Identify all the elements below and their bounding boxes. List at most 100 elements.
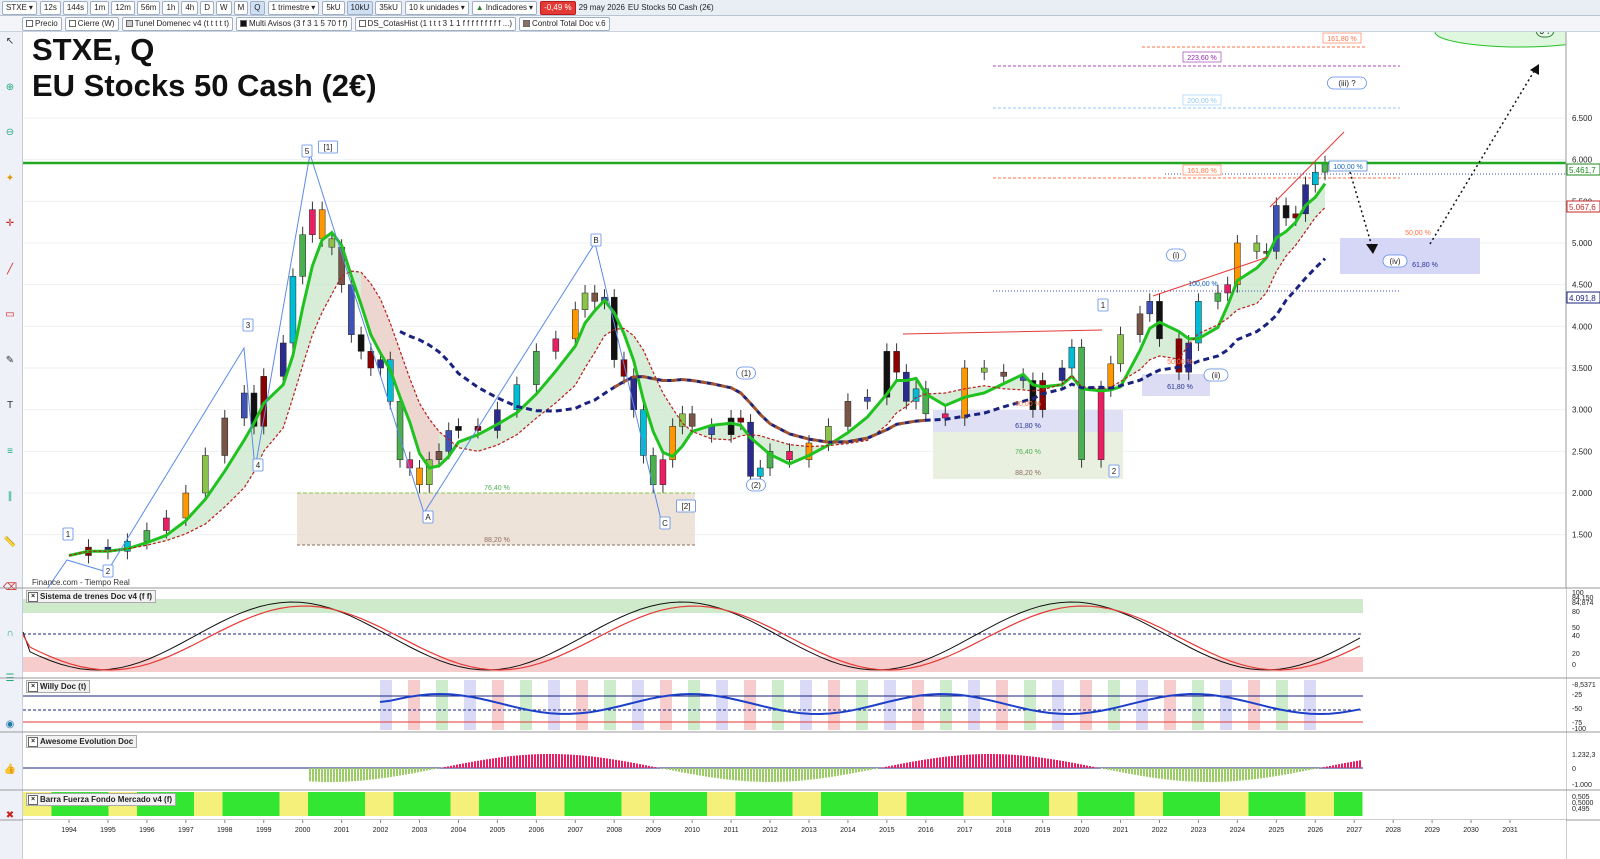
legend-item-close[interactable]: Cierre (W)	[64, 16, 119, 31]
candle-body	[903, 371, 910, 402]
timeframe-button[interactable]: 144s	[62, 0, 89, 15]
panel-label-willy[interactable]: × Willy Doc (t)	[26, 680, 91, 693]
panel-axis-label: -25	[1572, 692, 1582, 699]
candle-body	[299, 234, 306, 277]
price-marker-label: 4.091,8	[1569, 294, 1596, 303]
indicators-button[interactable]: ▲ Indicadores ▾	[471, 0, 538, 15]
zoom-button[interactable]: 35kU	[375, 0, 402, 15]
candle-body	[786, 451, 793, 460]
timeframe-button[interactable]: D	[200, 0, 215, 15]
candle-body	[1000, 371, 1007, 377]
barra-segment	[1163, 792, 1192, 816]
timeframe-button[interactable]: 1m	[90, 0, 110, 15]
close-icon[interactable]: ×	[28, 737, 38, 747]
candle-body	[591, 292, 599, 302]
units-selector[interactable]: 10 k unidades ▾	[404, 0, 469, 15]
fib-label: 61,80 %	[1167, 384, 1193, 391]
timeframe-button[interactable]: 4h	[181, 0, 199, 15]
zoom-button[interactable]: 5kU	[322, 0, 345, 15]
fib-label: 76,40 %	[484, 485, 510, 492]
barra-segment	[963, 792, 992, 816]
legend-item-control-total[interactable]: Control Total Doc v.6	[519, 16, 610, 31]
wave-label: 4	[256, 461, 261, 470]
candle-body	[357, 334, 365, 352]
close-icon[interactable]: ×	[28, 682, 38, 692]
panel-label-barra[interactable]: × Barra Fuerza Fondo Mercado v4 (f)	[26, 793, 177, 806]
candle-body	[942, 413, 949, 419]
legend-label: Multi Avisos (3 f 3 1 5 70 f f)	[248, 18, 348, 28]
wave-label: 5	[305, 147, 310, 156]
x-axis-year-label: 2010	[684, 827, 700, 834]
panel-axis-label: 84,874	[1572, 600, 1594, 607]
checkbox-icon	[68, 20, 76, 27]
fib-label: 161,80 %	[1187, 168, 1217, 175]
panel-name: Sistema de trenes Doc v4 (f f)	[40, 592, 153, 601]
close-icon[interactable]: ×	[28, 592, 38, 602]
fib-label: 61,80 %	[1015, 423, 1041, 430]
barra-segment	[1020, 792, 1049, 816]
timeframe-button[interactable]: 1h	[162, 0, 180, 15]
price-chart[interactable]: 3 ? 1 2 3 4 5 [1] A B C [2] (1) (2) 1 2 (i) (ii) (iii) ?…	[0, 32, 1600, 859]
barra-segment	[365, 792, 394, 816]
price-marker-label: 5.461,7	[1569, 166, 1596, 175]
barra-segment	[536, 792, 565, 816]
barra-segment	[935, 792, 964, 816]
x-axis-year-label: 2021	[1113, 827, 1129, 834]
wave-label: 1	[1101, 301, 1106, 310]
barra-segment	[621, 792, 650, 816]
period-selector[interactable]: 1 trimestre ▾	[267, 0, 320, 15]
timeframe-button[interactable]: M	[233, 0, 249, 15]
panel-label-awesome[interactable]: × Awesome Evolution Doc	[26, 735, 138, 748]
legend-item-price[interactable]: Precio	[22, 16, 62, 31]
symbol-label: STXE	[6, 2, 27, 12]
checkbox-icon	[239, 20, 247, 27]
timeframe-button[interactable]: 12s	[39, 0, 61, 15]
fib-label: 88,20 %	[484, 537, 510, 544]
panel-label-trenes[interactable]: × Sistema de trenes Doc v4 (f f)	[26, 590, 157, 603]
candle-body	[708, 426, 715, 435]
wave-label: (1)	[741, 369, 751, 378]
zoom-button[interactable]: 10kU	[346, 0, 374, 15]
wave-label-3q: 3 ?	[1539, 32, 1551, 36]
timeframe-button[interactable]: 12m	[111, 0, 135, 15]
legend-label: Cierre (W)	[77, 18, 115, 28]
timeframe-button[interactable]: W	[216, 0, 232, 15]
timeframe-button[interactable]: 56m	[136, 0, 161, 15]
candle-body	[1078, 346, 1085, 460]
legend-label: Control Total Doc v.6	[532, 18, 606, 28]
symbol-selector[interactable]: STXE ▾	[2, 0, 37, 15]
x-axis-year-label: 2015	[879, 827, 895, 834]
candle-body	[1058, 367, 1066, 381]
legend-item-tunel[interactable]: Tunel Domenec v4 (t t t t t)	[121, 16, 233, 31]
barra-segment	[479, 792, 508, 816]
wave-label: 2	[1112, 467, 1117, 476]
panel-axis-label: 50	[1572, 625, 1580, 632]
fib-label: 76,40 %	[1015, 449, 1041, 456]
x-axis-year-label: 2025	[1269, 827, 1285, 834]
panel-axis-label: 20	[1572, 651, 1580, 658]
candle-body	[163, 517, 170, 531]
candle-body	[1156, 301, 1163, 340]
legend-label: Tunel Domenec v4 (t t t t t)	[134, 18, 229, 28]
candle-body	[737, 417, 745, 423]
trenes-lower-band	[23, 657, 1363, 672]
barra-segment	[222, 792, 251, 816]
fib-label: 50,00 %	[1015, 401, 1041, 408]
x-axis-year-label: 1994	[61, 827, 77, 834]
barra-segment	[450, 792, 479, 816]
chevron-down-icon: ▾	[311, 2, 316, 12]
fib-label: 50,00 %	[1167, 359, 1193, 366]
legend-item-multi-avisos[interactable]: Multi Avisos (3 f 3 1 5 70 f f)	[235, 16, 352, 31]
barra-segment	[194, 792, 223, 816]
change-value: -0,49 %	[544, 2, 572, 12]
close-icon[interactable]: ×	[28, 795, 38, 805]
barra-segment	[1134, 792, 1163, 816]
timeframe-button[interactable]: Q	[250, 0, 265, 15]
x-axis-year-label: 2012	[762, 827, 778, 834]
candle-body	[727, 417, 735, 435]
price-tick-label: 2.500	[1572, 447, 1593, 456]
legend-item-cotas[interactable]: DS_CotasHist (1 t t t 3 1 1 f f f f f f …	[354, 16, 517, 31]
candle-body	[1107, 363, 1115, 390]
data-source-label: Finance.com - Tiempo Real	[32, 578, 130, 587]
barra-segment	[251, 792, 280, 816]
